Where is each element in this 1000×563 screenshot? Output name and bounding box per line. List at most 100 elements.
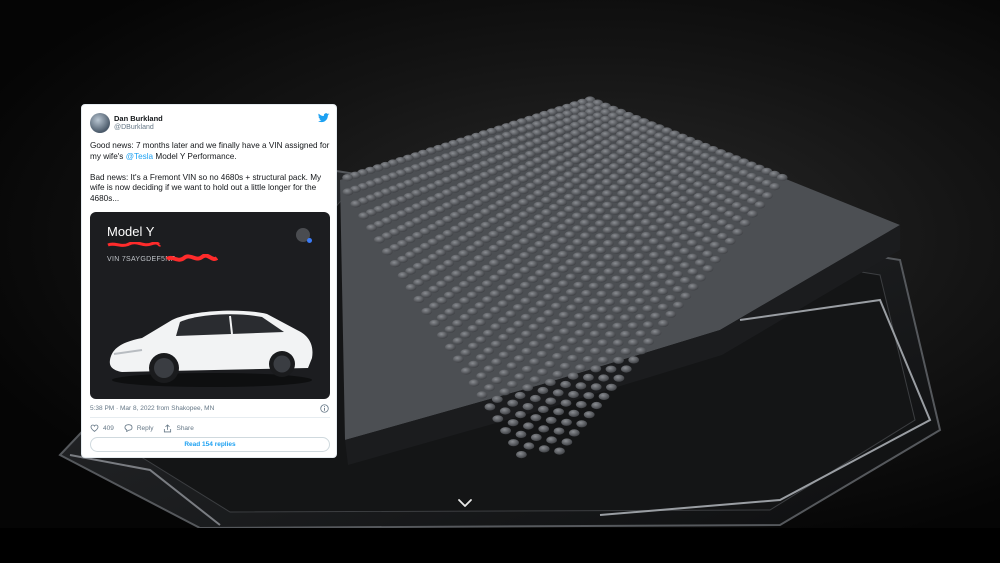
battery-cell <box>512 288 524 296</box>
battery-cell <box>551 318 563 327</box>
twitter-bird-icon[interactable] <box>318 112 330 124</box>
battery-cell <box>499 407 511 415</box>
battery-cell <box>580 260 592 268</box>
battery-cell <box>552 370 564 378</box>
media-status-dot <box>307 238 312 243</box>
battery-cell <box>640 231 652 240</box>
battery-cell <box>586 189 598 197</box>
battery-cell <box>508 439 519 447</box>
battery-cell <box>641 259 653 267</box>
like-button[interactable]: 409 <box>90 424 114 432</box>
battery-cell <box>481 280 493 288</box>
avatar[interactable] <box>90 113 110 133</box>
battery-cell <box>650 329 662 337</box>
reply-button[interactable]: Reply <box>124 424 153 432</box>
battery-cell <box>627 306 638 314</box>
battery-cell <box>648 211 659 220</box>
battery-cell <box>473 270 485 278</box>
redaction-scribble <box>166 254 218 262</box>
battery-cell <box>466 291 478 299</box>
battery-cell <box>565 273 577 281</box>
battery-cell <box>504 248 515 256</box>
battery-cell <box>522 384 533 392</box>
battery-cell <box>413 295 425 303</box>
battery-cell <box>475 336 487 344</box>
battery-cell <box>625 207 636 215</box>
battery-cell <box>709 241 721 249</box>
battery-cell <box>709 227 721 235</box>
battery-cell <box>589 314 601 322</box>
tweet-media-image[interactable]: Model Y VIN 7SAYGDEF5NF <box>90 212 330 399</box>
battery-cell <box>358 212 370 220</box>
battery-cell <box>444 308 456 316</box>
battery-cell <box>542 263 554 271</box>
battery-cell <box>521 365 533 373</box>
tweet-timestamp[interactable]: 5:38 PM · Mar 8, 2022 from Shakopee, MN <box>90 405 214 412</box>
battery-cell <box>516 451 527 459</box>
battery-cell <box>609 207 621 215</box>
battery-cell <box>489 274 501 282</box>
heart-icon <box>90 424 99 432</box>
battery-cell <box>505 310 517 318</box>
battery-cell <box>658 319 669 327</box>
battery-cell <box>536 350 548 358</box>
info-icon[interactable] <box>320 404 329 413</box>
battery-cell <box>572 252 584 260</box>
battery-cell <box>656 230 667 238</box>
battery-cell <box>527 275 539 283</box>
battery-cell <box>350 200 362 208</box>
battery-cell <box>603 253 614 261</box>
battery-cell <box>534 269 546 277</box>
battery-cell <box>606 383 617 391</box>
battery-cell <box>548 203 560 212</box>
battery-cell <box>527 260 538 268</box>
battery-cell <box>467 308 478 316</box>
mention-link[interactable]: @Tesla <box>126 152 153 161</box>
battery-cell <box>550 271 561 279</box>
battery-cell <box>604 314 616 322</box>
battery-cell <box>650 312 661 320</box>
share-button[interactable]: Share <box>163 423 194 433</box>
battery-cell <box>521 330 532 338</box>
tweet-author-handle[interactable]: @DBurkland <box>114 124 154 131</box>
battery-cell <box>588 267 600 275</box>
chevron-down-icon[interactable] <box>457 498 473 508</box>
battery-cell <box>602 226 614 234</box>
battery-cell <box>567 354 579 362</box>
embedded-tweet[interactable]: Dan Burkland @DBurkland Good news: 7 mon… <box>81 104 337 458</box>
battery-cell <box>597 356 609 364</box>
battery-cell <box>679 233 690 242</box>
battery-cell <box>678 220 690 228</box>
tweet-text-part: Model Y Performance. <box>153 151 237 161</box>
battery-cell <box>701 222 713 230</box>
battery-cell <box>483 365 495 373</box>
battery-cell <box>492 415 504 423</box>
battery-cell <box>620 330 631 338</box>
battery-cell <box>491 376 503 384</box>
battery-cell <box>497 316 509 324</box>
battery-cell <box>458 280 470 289</box>
battery-cell <box>500 427 511 435</box>
battery-cell <box>444 325 456 333</box>
battery-cell <box>490 323 502 331</box>
battery-cell <box>590 365 602 373</box>
battery-cell <box>648 251 660 259</box>
battery-cell <box>717 246 729 255</box>
battery-cell <box>617 189 628 198</box>
battery-cell <box>686 239 698 247</box>
battery-cell <box>625 232 637 240</box>
battery-cell <box>635 347 647 355</box>
read-replies-button[interactable]: Read 154 replies <box>90 437 330 452</box>
battery-cell <box>572 225 583 233</box>
battery-cell <box>642 289 653 297</box>
battery-cell <box>625 219 637 227</box>
battery-cell <box>445 343 456 351</box>
battery-cell <box>573 297 585 305</box>
battery-cell <box>515 411 526 419</box>
battery-cell <box>521 347 533 355</box>
battery-cell <box>597 339 609 347</box>
tweet-author-name[interactable]: Dan Burkland <box>114 114 163 123</box>
battery-cell <box>657 287 669 296</box>
battery-cell <box>468 379 480 387</box>
battery-cell <box>552 389 564 397</box>
